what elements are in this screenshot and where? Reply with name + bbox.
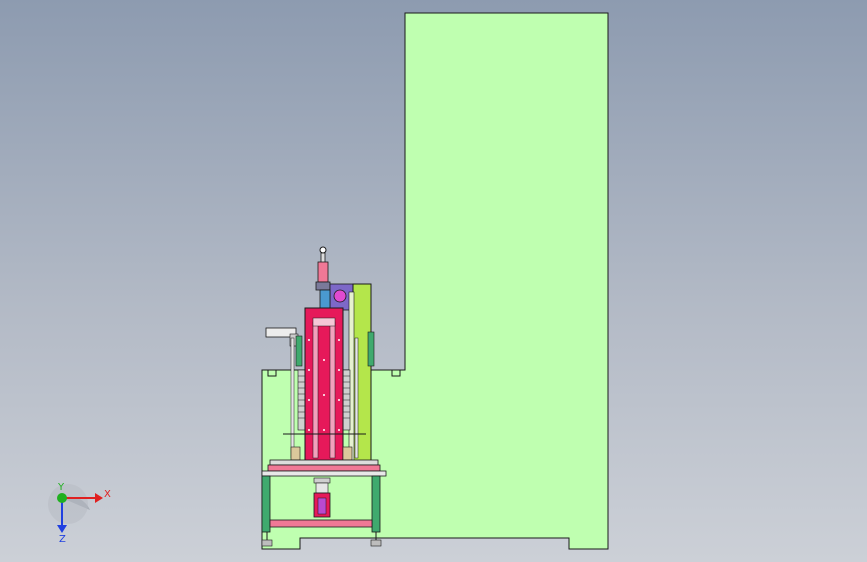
adjuster-knob[interactable] [319,246,327,254]
clamp-block-left [290,446,301,461]
cylinder-window [317,497,327,515]
cylinder-head [313,477,331,484]
triad-sweep [48,484,88,524]
rail-left [295,335,303,367]
foot-left [261,539,273,547]
rail-right [367,331,375,367]
table-plate-base [261,470,387,477]
adjuster-spring [317,261,329,283]
table-plate-pink [267,464,381,472]
z-axis-label: Z [59,534,66,545]
column-slot-left [312,321,319,459]
foot-right [370,539,382,547]
guide-rod-right [354,337,359,459]
cad-viewport[interactable]: X Y Z [0,0,867,562]
frame-leg-left[interactable] [261,475,271,533]
y-axis-label: Y [57,482,65,493]
main-column[interactable] [304,307,344,464]
machine-model[interactable] [0,0,867,562]
z-axis-arrow [57,525,67,533]
column-cap [312,317,336,327]
y-axis-origin [57,493,67,503]
table-plate-top[interactable] [269,459,379,466]
frame-crossbar [269,519,373,528]
clamp-block-right [342,446,353,461]
x-axis-label: X [104,489,111,500]
adjuster-shaft [320,252,326,264]
adjuster-mount [315,281,331,291]
guide-rod-left [290,337,295,459]
orientation-triad[interactable]: X Y Z [40,480,120,550]
x-axis-arrow [95,493,103,503]
cylinder-rod [315,482,329,494]
column-slot-right [329,321,336,459]
frame-leg-right[interactable] [371,475,381,533]
motor-shaft [333,289,347,303]
